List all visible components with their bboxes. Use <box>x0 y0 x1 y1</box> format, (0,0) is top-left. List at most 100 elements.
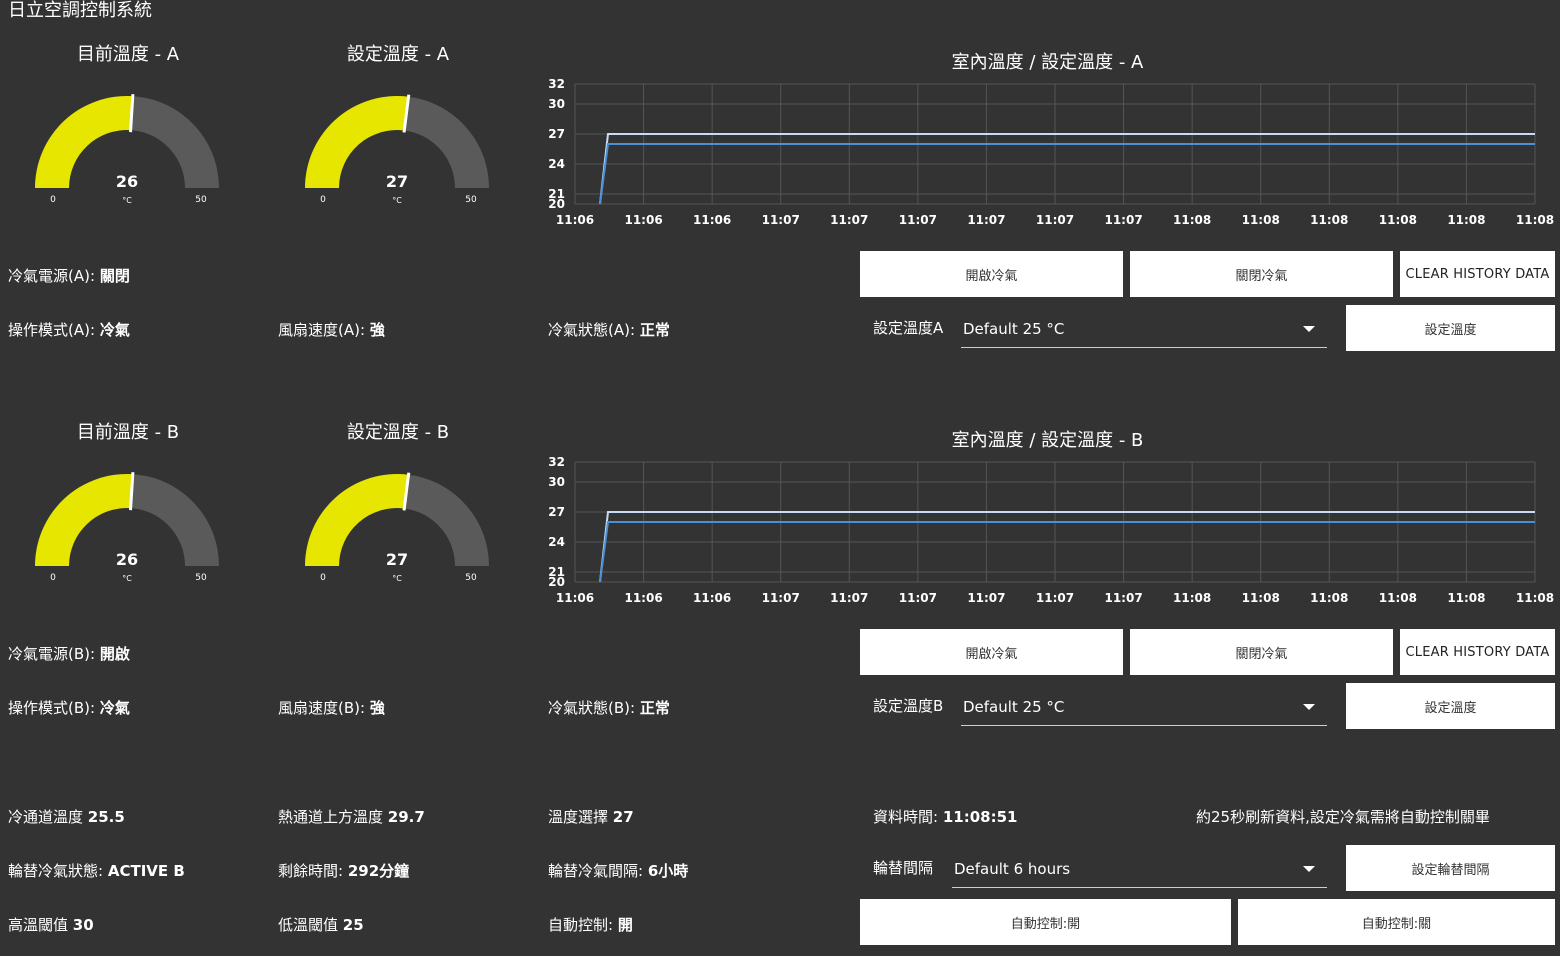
clear-history-button-b[interactable]: CLEAR HISTORY DATA <box>1400 629 1555 675</box>
auto-control-value: 開 <box>617 916 633 934</box>
power-value: 開啟 <box>99 645 130 663</box>
y-tick-label: 27 <box>548 505 565 519</box>
y-tick-label: 21 <box>548 565 565 579</box>
mode-status-b: 操作模式(B): 冷氣 <box>8 697 130 718</box>
x-tick-label: 11:07 <box>830 213 868 227</box>
x-tick-label: 11:08 <box>1242 591 1280 605</box>
ac-on-button-b[interactable]: 開啟冷氣 <box>860 629 1123 675</box>
fan-value: 強 <box>369 699 385 717</box>
x-tick-label: 11:06 <box>693 591 731 605</box>
x-tick-label: 11:08 <box>1516 213 1554 227</box>
chevron-down-icon <box>1303 703 1315 710</box>
x-tick-label: 11:07 <box>762 213 800 227</box>
x-tick-label: 11:07 <box>1036 213 1074 227</box>
set-temp-a-select[interactable]: Default 25 °C <box>961 310 1327 348</box>
interval-label: 輪替間隔 <box>873 859 934 877</box>
gauge-max-label: 50 <box>195 195 207 205</box>
auto-control-label: 自動控制: <box>548 916 614 934</box>
auto-control-on-button[interactable]: 自動控制:開 <box>860 899 1231 945</box>
hot-aisle-temp: 熱通道上方溫度 29.7 <box>278 806 425 827</box>
y-tick-label: 30 <box>548 475 565 489</box>
x-tick-label: 11:08 <box>1310 591 1348 605</box>
temp-selection-value: 27 <box>612 808 634 826</box>
data-time-label: 資料時間: <box>873 808 939 826</box>
ac-off-button-b[interactable]: 關閉冷氣 <box>1130 629 1393 675</box>
auto-control-off-button[interactable]: 自動控制:關 <box>1238 899 1555 945</box>
x-tick-label: 11:07 <box>1104 591 1142 605</box>
fan-status-b: 風扇速度(B): 強 <box>278 697 385 718</box>
select-value: Default 25 °C <box>963 697 1065 716</box>
gauge-unit: °C <box>122 196 132 205</box>
data-time: 資料時間: 11:08:51 <box>873 806 1017 827</box>
ac-off-button-a[interactable]: 關閉冷氣 <box>1130 251 1393 297</box>
mode-value: 冷氣 <box>99 699 130 717</box>
x-tick-label: 11:06 <box>624 591 662 605</box>
rotation-status-label: 輪替冷氣狀態: <box>8 862 104 880</box>
select-value: Default 6 hours <box>954 859 1071 878</box>
gauge-max-label: 50 <box>465 195 477 205</box>
power-status-b: 冷氣電源(B): 開啟 <box>8 643 130 664</box>
set-temp-button-b[interactable]: 設定溫度 <box>1346 683 1555 729</box>
current-temp-a-gauge: 26 °C 0 50 <box>35 94 219 205</box>
gauge-min-label: 0 <box>50 573 56 583</box>
hot-aisle-value: 29.7 <box>387 808 425 826</box>
set-temp-a-gauge: 27 °C 0 50 <box>305 94 489 205</box>
temp-selection: 溫度選擇 27 <box>548 806 634 827</box>
current-temp-b-gauge: 26 °C 0 50 <box>35 472 219 583</box>
y-tick-label: 27 <box>548 127 565 141</box>
low-threshold: 低溫閾值 25 <box>278 914 364 935</box>
set-temp-b-select[interactable]: Default 25 °C <box>961 688 1327 726</box>
remaining-value: 292分鐘 <box>347 862 410 880</box>
gauge-value: 27 <box>386 550 408 569</box>
x-tick-label: 11:07 <box>967 591 1005 605</box>
current-temp-b-title: 目前溫度 - B <box>76 422 180 443</box>
chart-a: 20212427303211:06 11:06 11:06 11:07 11:07 11:… <box>548 77 1554 227</box>
clear-history-button-a[interactable]: CLEAR HISTORY DATA <box>1400 251 1555 297</box>
x-tick-label: 11:06 <box>556 591 594 605</box>
ac-status-label: 冷氣狀態(A): <box>548 321 636 339</box>
mode-label: 操作模式(A): <box>8 321 96 339</box>
ac-status-a: 冷氣狀態(A): 正常 <box>548 319 670 340</box>
y-tick-label: 30 <box>548 97 565 111</box>
gauge-unit: °C <box>392 574 402 583</box>
x-tick-label: 11:08 <box>1447 213 1485 227</box>
high-threshold: 高溫閾值 30 <box>8 914 94 935</box>
mode-value: 冷氣 <box>99 321 130 339</box>
fan-label: 風扇速度(B): <box>278 699 366 717</box>
series-line-2 <box>599 143 1535 205</box>
fan-value: 強 <box>369 321 385 339</box>
x-tick-label: 11:08 <box>1447 591 1485 605</box>
x-tick-label: 11:06 <box>693 213 731 227</box>
interval-select[interactable]: Default 6 hours <box>952 850 1327 888</box>
remaining-label: 剩餘時間: <box>278 862 344 880</box>
rotation-interval: 輪替冷氣間隔: 6小時 <box>548 860 688 881</box>
remaining-time: 剩餘時間: 292分鐘 <box>278 860 409 881</box>
auto-control-status: 自動控制: 開 <box>548 914 633 935</box>
gauge-max-label: 50 <box>465 573 477 583</box>
y-tick-label: 21 <box>548 187 565 201</box>
x-tick-label: 11:07 <box>762 591 800 605</box>
low-threshold-label: 低溫閾值 <box>278 916 339 934</box>
y-tick-label: 32 <box>548 455 565 469</box>
gauge-value: 26 <box>116 550 138 569</box>
y-tick-label: 24 <box>548 157 565 171</box>
set-temp-button-a[interactable]: 設定溫度 <box>1346 305 1555 351</box>
x-tick-label: 11:08 <box>1173 213 1211 227</box>
ac-status-label: 冷氣狀態(B): <box>548 699 636 717</box>
chevron-down-icon <box>1303 865 1315 872</box>
set-interval-button[interactable]: 設定輪替間隔 <box>1346 845 1555 891</box>
fan-status-a: 風扇速度(A): 強 <box>278 319 385 340</box>
ac-on-button-a[interactable]: 開啟冷氣 <box>860 251 1123 297</box>
chart-b: 20212427303211:06 11:06 11:06 11:07 11:07 11:… <box>548 455 1554 605</box>
x-tick-label: 11:08 <box>1242 213 1280 227</box>
set-temp-a-label: 設定溫度A <box>873 319 944 337</box>
power-value: 關閉 <box>99 267 130 285</box>
high-threshold-label: 高溫閾值 <box>8 916 69 934</box>
x-tick-label: 11:08 <box>1173 591 1211 605</box>
hot-aisle-label: 熱通道上方溫度 <box>278 808 384 826</box>
gauge-min-label: 0 <box>320 195 326 205</box>
x-tick-label: 11:07 <box>1104 213 1142 227</box>
y-tick-label: 24 <box>548 535 565 549</box>
ac-status-value: 正常 <box>639 699 670 717</box>
gauge-unit: °C <box>392 196 402 205</box>
